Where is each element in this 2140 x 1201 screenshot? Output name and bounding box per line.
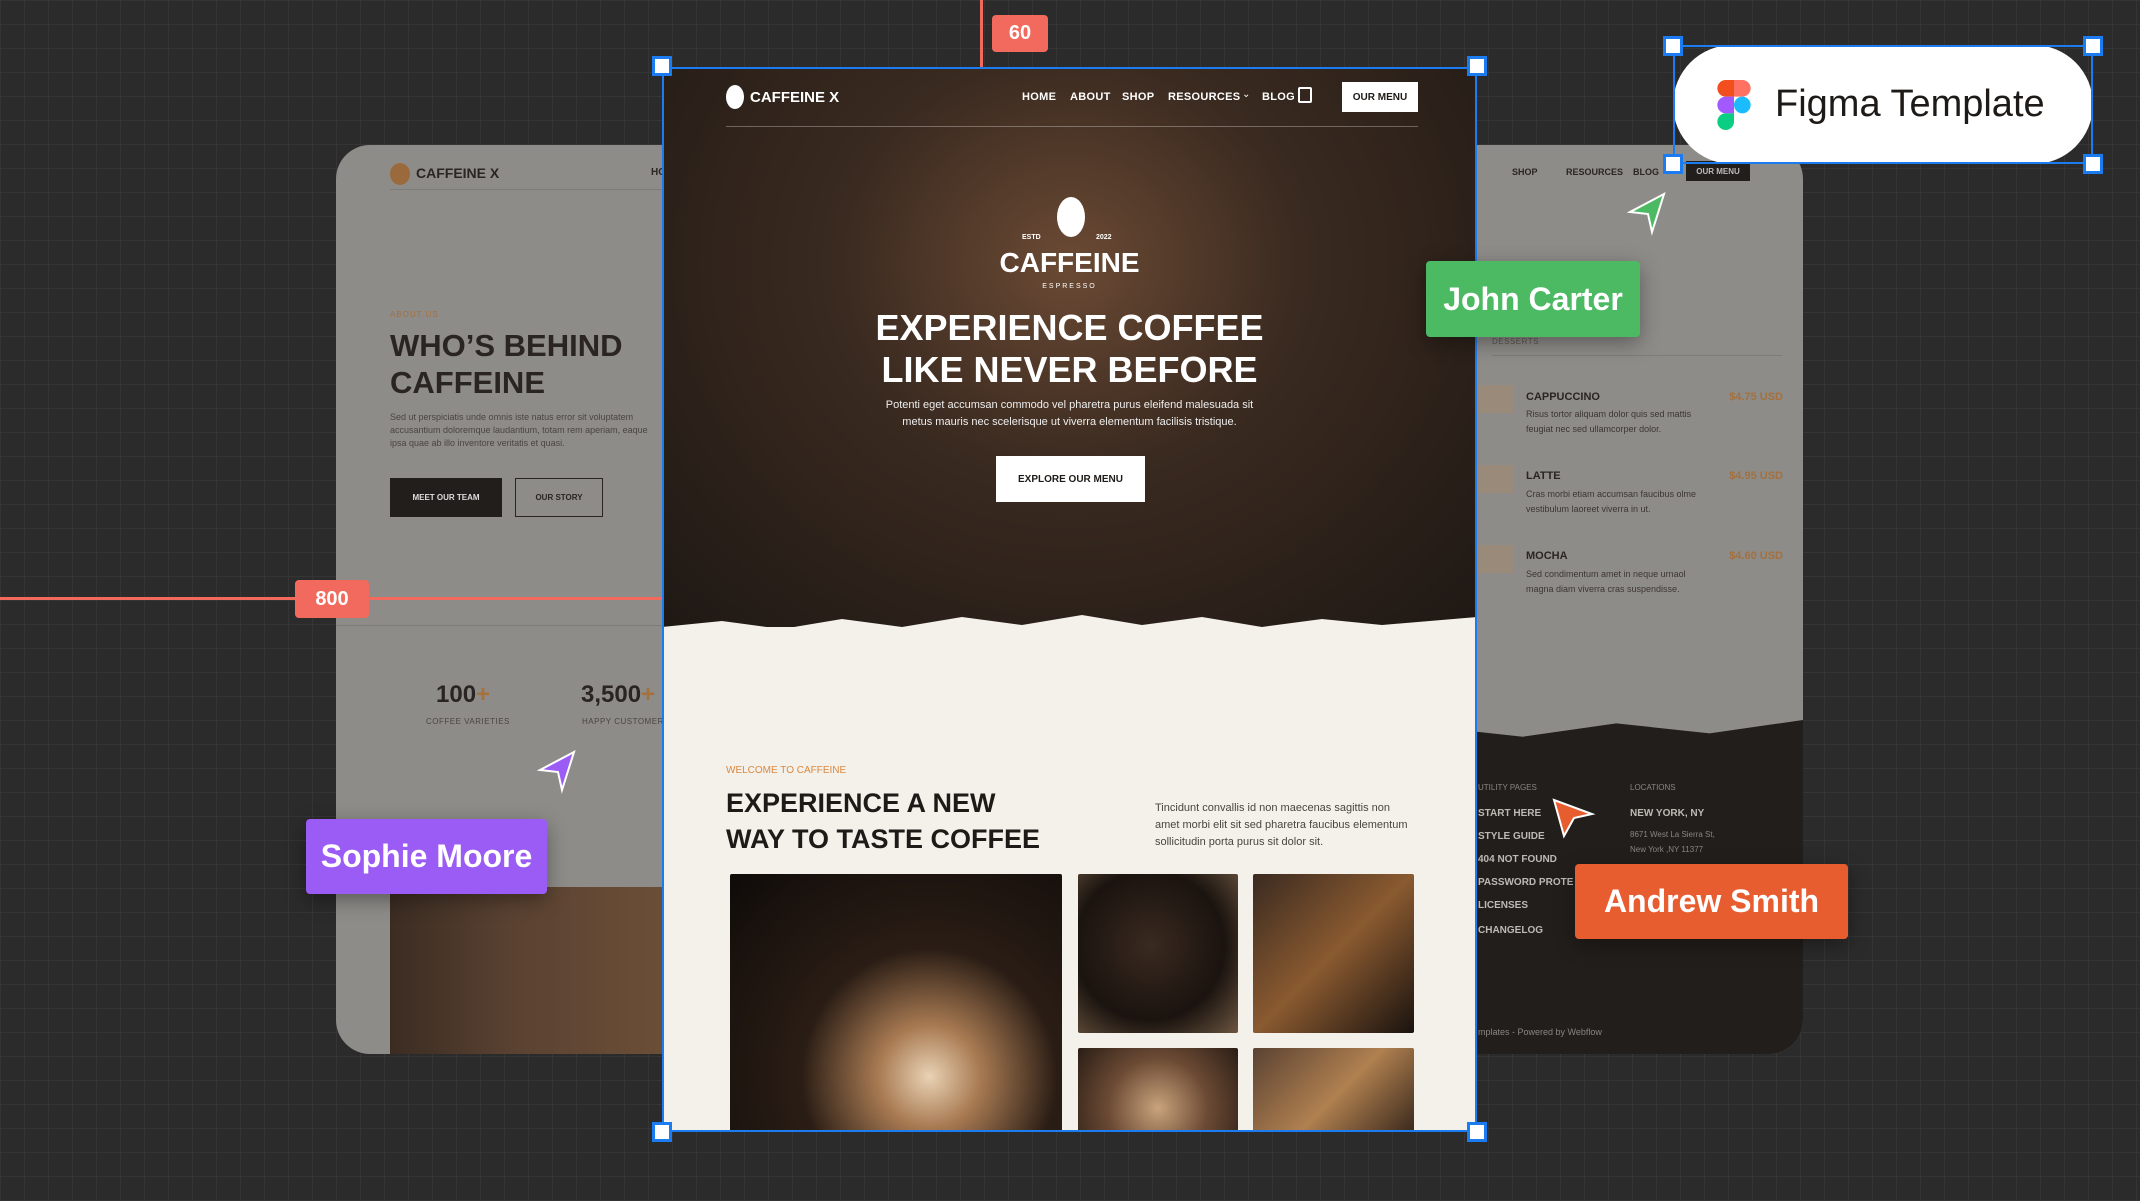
- left-ruler-label: 800: [295, 580, 369, 618]
- top-ruler-line: [980, 0, 983, 67]
- locations-heading: LOCATIONS: [1630, 783, 1676, 792]
- left-eyebrow: ABOUT US: [390, 310, 439, 319]
- menu-item-desc: Risus tortor aliquam dolor quis sed matt…: [1526, 409, 1692, 434]
- menu-item-price: $4.95 USD: [1729, 470, 1783, 482]
- emblem-estd: ESTD: [1022, 234, 1041, 241]
- menu-category: DESSERTS: [1492, 337, 1539, 346]
- menu-item-price: $4.75 USD: [1729, 391, 1783, 403]
- resize-handle[interactable]: [2083, 36, 2103, 56]
- badge-label: Figma Template: [1775, 83, 2045, 125]
- menu-item-name: LATTE: [1526, 470, 1561, 482]
- nav-shop[interactable]: SHOP: [1122, 91, 1154, 103]
- nav-resources[interactable]: RESOURCES: [1168, 91, 1240, 103]
- our-menu-button[interactable]: OUR MENU: [1342, 82, 1418, 112]
- nav-blog[interactable]: BLOG: [1262, 91, 1295, 103]
- resize-handle[interactable]: [1467, 1122, 1487, 1142]
- right-nav-shop[interactable]: SHOP: [1512, 167, 1538, 177]
- menu-item-name: MOCHA: [1526, 550, 1568, 562]
- collaborator-label: John Carter: [1426, 261, 1640, 337]
- menu-item-name: CAPPUCCINO: [1526, 391, 1600, 403]
- latte-art-photo: [730, 874, 1062, 1132]
- our-story-button[interactable]: OUR STORY: [515, 478, 603, 517]
- footer-link[interactable]: CHANGELOG: [1478, 925, 1543, 936]
- divider: [1492, 355, 1782, 356]
- resize-handle[interactable]: [2083, 154, 2103, 174]
- stat-label: COFFEE VARIETIES: [426, 717, 510, 726]
- hero-title: EXPERIENCE COFFEE LIKE NEVER BEFORE: [875, 307, 1264, 390]
- stat-label: HAPPY CUSTOMER: [582, 717, 664, 726]
- figma-logo-icon: [1717, 79, 1751, 130]
- stat-value: 3,500+: [581, 681, 656, 708]
- cursor-icon: [1626, 191, 1666, 236]
- cup-icon: [1478, 385, 1514, 413]
- selected-frame[interactable]: CAFFEINE X HOME ABOUT SHOP RESOURCES ⌄ B…: [662, 67, 1477, 1132]
- collaborator-label: Andrew Smith: [1575, 864, 1848, 939]
- section-text: Tincidunt convallis id non maecenas sagi…: [1155, 802, 1408, 848]
- footer-credit: mplates - Powered by Webflow: [1478, 1027, 1602, 1037]
- emblem-name: CAFFEINE: [999, 247, 1140, 278]
- glass-icon: [1478, 465, 1514, 493]
- location-city: NEW YORK, NY: [1630, 808, 1705, 819]
- main-logo[interactable]: CAFFEINE X: [750, 89, 839, 106]
- divider: [336, 625, 662, 626]
- cappuccino-photo: [1078, 1048, 1238, 1132]
- left-text: Sed ut perspiciatis unde omnis iste natu…: [390, 412, 648, 448]
- resize-handle[interactable]: [1663, 154, 1683, 174]
- coffee-bean-emblem-icon: [1057, 197, 1085, 237]
- menu-item-desc: Sed condimentum amet in neque urnaol mag…: [1526, 569, 1686, 594]
- resize-handle[interactable]: [652, 56, 672, 76]
- utility-heading: UTILITY PAGES: [1478, 783, 1537, 792]
- hero-text: Potenti eget accumsan commodo vel pharet…: [885, 399, 1254, 428]
- footer-link[interactable]: PASSWORD PROTE: [1478, 877, 1573, 888]
- footer-link[interactable]: START HERE: [1478, 808, 1541, 819]
- shopping-bag-icon[interactable]: [1298, 87, 1312, 103]
- footer-link[interactable]: 404 NOT FOUND: [1478, 854, 1557, 865]
- explore-menu-button[interactable]: EXPLORE OUR MENU: [996, 456, 1145, 502]
- emblem-year: 2022: [1096, 234, 1112, 241]
- nav-about[interactable]: ABOUT: [1070, 91, 1111, 103]
- menu-item-price: $4.60 USD: [1729, 550, 1783, 562]
- top-ruler-label: 60: [992, 15, 1048, 52]
- location-address: 8671 West La Sierra St, New York ,NY 1137…: [1630, 830, 1715, 854]
- section-title: EXPERIENCE A NEW WAY TO TASTE COFFEE: [726, 788, 1041, 854]
- footer-link[interactable]: STYLE GUIDE: [1478, 831, 1545, 842]
- torn-paper-edge: [662, 615, 1477, 647]
- coffee-bean-logo-icon: [390, 163, 410, 185]
- menu-item-desc: Cras morbi etiam accumsan faucibus olme …: [1526, 489, 1697, 514]
- chevron-down-icon: ⌄: [1242, 89, 1251, 100]
- left-title: WHO’S BEHIND CAFFEINE: [390, 328, 623, 400]
- coffee-bean-logo-icon: [726, 85, 744, 109]
- mug-icon: [1478, 545, 1514, 573]
- pour-over-photo: [1253, 874, 1414, 1033]
- emblem-sub: ESPRESSO: [1042, 283, 1097, 290]
- barista-photo: [1253, 1048, 1414, 1132]
- coffee-beans-photo: [1078, 874, 1238, 1033]
- right-nav-blog[interactable]: BLOG: [1633, 167, 1659, 177]
- meet-our-team-button[interactable]: MEET OUR TEAM: [390, 478, 502, 517]
- welcome-eyebrow: WELCOME TO CAFFEINE: [726, 765, 847, 776]
- collaborator-label: Sophie Moore: [306, 819, 547, 894]
- barista-photo: [390, 887, 662, 1054]
- right-nav-resources[interactable]: RESOURCES: [1566, 167, 1623, 177]
- cursor-icon: [536, 749, 576, 794]
- divider: [390, 189, 680, 190]
- resize-handle[interactable]: [1663, 36, 1683, 56]
- nav-home[interactable]: HOME: [1022, 91, 1056, 103]
- nav-divider: [726, 126, 1418, 127]
- figma-template-badge[interactable]: Figma Template: [1673, 45, 2093, 164]
- right-our-menu-button[interactable]: OUR MENU: [1686, 161, 1750, 181]
- resize-handle[interactable]: [1467, 56, 1487, 76]
- stat-value: 100+: [436, 681, 491, 708]
- resize-handle[interactable]: [652, 1122, 672, 1142]
- footer-link[interactable]: LICENSES: [1478, 900, 1528, 911]
- cursor-icon: [1552, 798, 1596, 839]
- left-logo: CAFFEINE X: [416, 165, 500, 181]
